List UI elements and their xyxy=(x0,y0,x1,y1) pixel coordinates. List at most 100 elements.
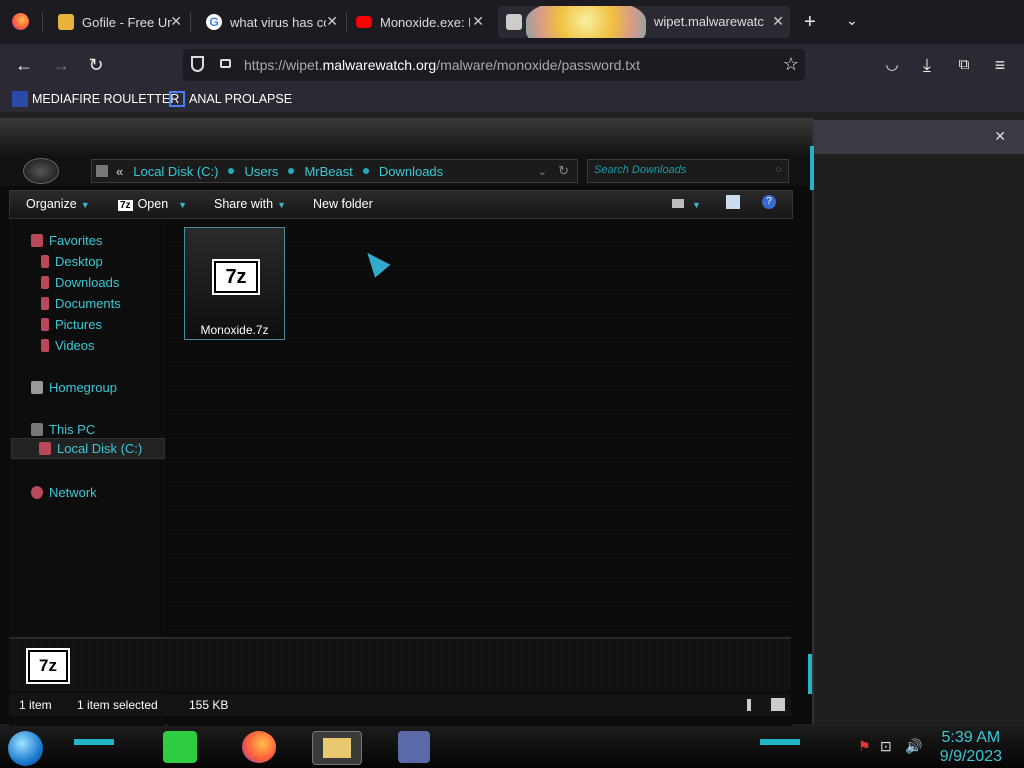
tab-gofile[interactable]: Gofile - Free Unlimited ✕ xyxy=(58,6,188,38)
breadcrumb-overflow[interactable]: « xyxy=(116,164,123,179)
open-button[interactable]: 7z Open ▼ xyxy=(118,197,187,211)
search-icon[interactable]: ○ xyxy=(775,164,782,176)
breadcrumb-users[interactable]: Users xyxy=(244,164,278,179)
nav-favorites[interactable]: Favorites xyxy=(31,233,102,248)
preview-pane-icon[interactable] xyxy=(726,195,740,209)
large-icons-view-icon[interactable] xyxy=(771,698,785,711)
notification-bar: ✕ xyxy=(810,120,1024,154)
drive-icon xyxy=(39,442,51,455)
breadcrumb-local-disk[interactable]: Local Disk (C:) xyxy=(133,164,218,179)
extensions-icon[interactable]: ⧉ xyxy=(952,53,976,77)
nav-documents[interactable]: Documents xyxy=(41,296,121,311)
tab-avatar-image xyxy=(526,6,646,38)
taskbar-accent xyxy=(74,739,114,745)
back-forward-orb-icon[interactable] xyxy=(23,158,59,184)
lock-icon[interactable] xyxy=(220,59,231,68)
clock-date: 9/9/2023 xyxy=(939,748,1002,765)
file-explorer-taskbar-icon[interactable] xyxy=(312,731,362,765)
firefox-taskbar-icon[interactable] xyxy=(242,731,276,763)
url-bar[interactable]: https://wipet.malwarewatch.org/malware/m… xyxy=(183,49,805,81)
bookmark-icon xyxy=(169,91,185,107)
chevron-down-icon: ▼ xyxy=(178,200,188,210)
close-tab-icon[interactable]: ✕ xyxy=(472,13,484,30)
file-name: Monoxide.7z xyxy=(200,323,269,337)
tab-separator xyxy=(190,12,191,32)
organize-button[interactable]: Organize ▼ xyxy=(26,197,90,211)
pocket-icon[interactable]: ◡ xyxy=(880,53,904,77)
search-input[interactable]: Search Downloads ○ xyxy=(587,159,789,183)
tab-google[interactable]: G what virus has code ✕ xyxy=(206,6,344,38)
nav-network[interactable]: Network xyxy=(31,485,97,500)
homegroup-icon xyxy=(31,381,43,394)
pictures-icon xyxy=(41,318,49,331)
action-center-flag-icon[interactable]: ⚑ xyxy=(858,738,871,755)
command-bar: Organize ▼ 7z Open ▼ Share with ▼ New folder… xyxy=(9,190,793,219)
close-icon[interactable]: ✕ xyxy=(994,128,1006,145)
nav-videos[interactable]: Videos xyxy=(41,338,95,353)
item-count: 1 item xyxy=(19,698,52,712)
taskbar-accent xyxy=(760,739,800,745)
tab-wipet-active[interactable]: wipet.malwarewatch.org ✕ xyxy=(498,6,790,38)
volume-icon[interactable]: 🔊 xyxy=(905,738,922,755)
documents-icon xyxy=(41,297,49,310)
downloads-icon[interactable]: ⤓ xyxy=(915,53,939,77)
shield-icon[interactable] xyxy=(191,56,204,72)
bookmark-star-icon[interactable]: ☆ xyxy=(783,54,799,75)
url-text[interactable]: https://wipet.malwarewatch.org/malware/m… xyxy=(244,57,640,73)
reload-icon[interactable]: ↻ xyxy=(84,53,108,77)
system-clock[interactable]: 5:39 AM 9/9/2023 xyxy=(940,728,1002,766)
youtube-icon xyxy=(356,16,372,28)
chevron-down-icon[interactable]: ⌄ xyxy=(538,165,547,178)
favorites-icon xyxy=(31,234,43,247)
network-tray-icon[interactable]: ⊡ xyxy=(880,738,892,755)
breadcrumb-separator xyxy=(288,168,295,174)
breadcrumb-separator xyxy=(362,168,369,174)
network-icon xyxy=(31,486,43,499)
breadcrumb-downloads[interactable]: Downloads xyxy=(379,164,443,179)
frame-accent xyxy=(810,146,814,190)
gofile-icon xyxy=(58,14,74,30)
start-orb-button[interactable] xyxy=(8,731,43,766)
details-view-icon[interactable] xyxy=(747,699,751,711)
window-frame-top xyxy=(0,118,812,154)
breadcrumb-mrbeast[interactable]: MrBeast xyxy=(304,164,352,179)
address-bar[interactable]: « Local Disk (C:) Users MrBeast Download… xyxy=(91,159,578,183)
app-taskbar-icon[interactable] xyxy=(398,731,430,763)
folder-icon xyxy=(96,165,108,177)
help-icon[interactable]: ? xyxy=(762,195,776,209)
videos-icon xyxy=(41,339,49,352)
close-tab-icon[interactable]: ✕ xyxy=(772,13,784,30)
menu-icon[interactable]: ≡ xyxy=(988,53,1012,77)
explorer-window: « Local Disk (C:) Users MrBeast Download… xyxy=(0,118,814,734)
refresh-icon[interactable]: ↻ xyxy=(558,163,569,179)
nav-downloads[interactable]: Downloads xyxy=(41,275,119,290)
file-item-monoxide[interactable]: 7z Monoxide.7z xyxy=(184,227,285,340)
tab-youtube[interactable]: Monoxide.exe: Malware ✕ xyxy=(356,6,490,38)
new-folder-button[interactable]: New folder xyxy=(313,197,373,211)
nav-this-pc[interactable]: This PC xyxy=(31,422,95,437)
nav-desktop[interactable]: Desktop xyxy=(41,254,103,269)
forward-arrow-icon[interactable]: → xyxy=(49,53,73,77)
nav-homegroup[interactable]: Homegroup xyxy=(31,380,117,395)
new-tab-button[interactable]: + xyxy=(804,11,816,34)
share-with-button[interactable]: Share with ▼ xyxy=(214,197,286,211)
notes-app-icon[interactable] xyxy=(163,731,197,763)
background-panel xyxy=(812,154,1024,726)
back-arrow-icon[interactable]: ← xyxy=(12,53,36,77)
change-view-icon[interactable]: ▼ xyxy=(672,197,701,211)
bookmark-mediafire[interactable]: MEDIAFIRE ROULETTER xyxy=(12,91,179,107)
downloads-folder-icon xyxy=(41,276,49,289)
desktop-icon xyxy=(41,255,49,268)
frame-accent xyxy=(808,654,812,694)
firefox-icon[interactable] xyxy=(12,13,29,30)
close-tab-icon[interactable]: ✕ xyxy=(326,13,338,30)
bookmark-second[interactable]: ANAL PROLAPSE xyxy=(169,91,292,107)
status-bar: 1 item 1 item selected 155 KB xyxy=(9,694,791,716)
close-tab-icon[interactable]: ✕ xyxy=(170,13,182,30)
computer-icon xyxy=(31,423,43,436)
nav-local-disk-selected[interactable]: Local Disk (C:) xyxy=(11,438,165,459)
nav-pictures[interactable]: Pictures xyxy=(41,317,102,332)
7z-icon: 7z xyxy=(118,200,133,211)
clock-time: 5:39 AM xyxy=(941,729,1001,746)
list-tabs-chevron-icon[interactable]: ⌄ xyxy=(846,12,858,29)
